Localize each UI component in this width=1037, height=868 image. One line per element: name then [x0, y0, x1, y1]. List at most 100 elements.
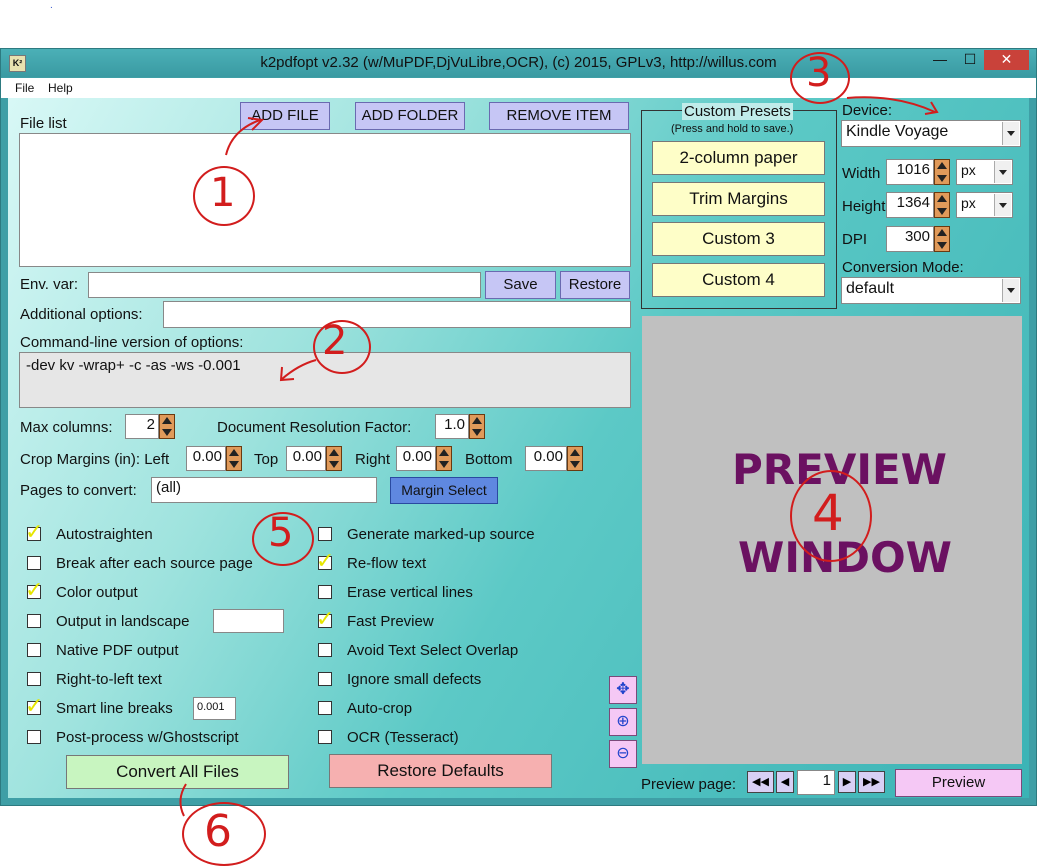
- crop-top-spinner[interactable]: [326, 446, 342, 471]
- max-columns-input[interactable]: 2: [125, 414, 159, 439]
- maximize-button[interactable]: ☐: [956, 50, 984, 70]
- right-checkbox[interactable]: [318, 585, 332, 599]
- chevron-down-icon: [994, 161, 1011, 183]
- restore-defaults-button[interactable]: Restore Defaults: [329, 754, 552, 788]
- left-option-label[interactable]: Right-to-left text: [56, 671, 162, 688]
- additional-options-input[interactable]: [163, 301, 631, 328]
- presets-title: Custom Presets: [682, 103, 793, 120]
- doc-res-spinner[interactable]: [469, 414, 485, 439]
- height-unit-select[interactable]: px: [956, 192, 1013, 218]
- add-folder-button[interactable]: ADD FOLDER: [355, 102, 465, 130]
- chevron-down-icon: [994, 194, 1011, 216]
- left-checkbox[interactable]: [27, 556, 41, 570]
- right-option-label[interactable]: Erase vertical lines: [347, 584, 473, 601]
- annotation-arrow-2: [279, 359, 317, 382]
- width-input[interactable]: 1016: [886, 159, 934, 185]
- remove-item-button[interactable]: REMOVE ITEM: [489, 102, 629, 130]
- minimize-button[interactable]: —: [926, 50, 954, 70]
- crop-top-input[interactable]: 0.00: [286, 446, 326, 471]
- device-select-value: Kindle Voyage: [846, 123, 949, 140]
- menu-help[interactable]: Help: [48, 81, 73, 95]
- preset-custom-3[interactable]: Custom 3: [652, 222, 825, 256]
- preset-trim-margins[interactable]: Trim Margins: [652, 182, 825, 216]
- crop-bottom-spinner[interactable]: [567, 446, 583, 471]
- crop-margins-label: Crop Margins (in): Left: [20, 451, 170, 468]
- max-columns-label: Max columns:: [20, 419, 113, 436]
- landscape-input[interactable]: [213, 609, 284, 633]
- prev-page-button[interactable]: ◀: [776, 771, 794, 793]
- left-checkbox[interactable]: [27, 614, 41, 628]
- annotation-number-6: 6: [204, 806, 232, 857]
- preview-button[interactable]: Preview: [895, 769, 1022, 797]
- file-list-box[interactable]: [19, 133, 631, 267]
- conversion-mode-label: Conversion Mode:: [842, 259, 964, 276]
- right-checkbox[interactable]: [318, 672, 332, 686]
- right-option-label[interactable]: Re-flow text: [347, 555, 426, 572]
- right-option-label[interactable]: OCR (Tesseract): [347, 729, 459, 746]
- crop-bottom-label: Bottom: [465, 451, 513, 468]
- right-option-label[interactable]: Generate marked-up source: [347, 526, 535, 543]
- height-spinner[interactable]: [934, 192, 950, 218]
- left-option-label[interactable]: Post-process w/Ghostscript: [56, 729, 239, 746]
- conversion-mode-select[interactable]: default: [841, 277, 1021, 304]
- annotation-arrow-6: [179, 783, 187, 817]
- left-option-label[interactable]: Autostraighten: [56, 526, 153, 543]
- doc-res-input[interactable]: 1.0: [435, 414, 469, 439]
- annotation-arrow-1: [225, 117, 265, 156]
- height-unit-value: px: [961, 195, 976, 211]
- crop-left-spinner[interactable]: [226, 446, 242, 471]
- checkmark-icon: ✓: [316, 548, 335, 573]
- preview-page-input[interactable]: 1: [797, 770, 835, 795]
- save-button[interactable]: Save: [485, 271, 556, 299]
- crop-right-label: Right: [355, 451, 391, 468]
- crop-bottom-input[interactable]: 0.00: [525, 446, 567, 471]
- width-spinner[interactable]: [934, 159, 950, 185]
- left-option-label[interactable]: Color output: [56, 584, 138, 601]
- next-page-button[interactable]: ▶: [838, 771, 856, 793]
- last-page-button[interactable]: ▶▶: [858, 771, 885, 793]
- preset-custom-4[interactable]: Custom 4: [652, 263, 825, 297]
- zoom-in-icon[interactable]: ⊕: [609, 708, 637, 736]
- preset-2-column-paper[interactable]: 2-column paper: [652, 141, 825, 175]
- annotation-number-2: 2: [322, 318, 348, 364]
- right-checkbox[interactable]: [318, 643, 332, 657]
- left-option-label[interactable]: Native PDF output: [56, 642, 179, 659]
- smart-line-breaks-input[interactable]: 0.001: [193, 697, 236, 720]
- left-option-label[interactable]: Smart line breaks: [56, 700, 173, 717]
- zoom-out-icon[interactable]: ⊖: [609, 740, 637, 768]
- checkmark-icon: ✓: [25, 519, 44, 544]
- device-select[interactable]: Kindle Voyage: [841, 120, 1021, 147]
- pan-move-icon[interactable]: ✥: [609, 676, 637, 704]
- pages-to-convert-input[interactable]: (all): [151, 477, 377, 503]
- left-checkbox[interactable]: [27, 643, 41, 657]
- additional-options-label: Additional options:: [20, 306, 143, 323]
- file-list-label: File list: [20, 115, 67, 132]
- right-option-label[interactable]: Avoid Text Select Overlap: [347, 642, 518, 659]
- max-columns-spinner[interactable]: [159, 414, 175, 439]
- env-var-label: Env. var:: [20, 276, 79, 293]
- dpi-input[interactable]: 300: [886, 226, 934, 252]
- right-checkbox[interactable]: [318, 730, 332, 744]
- left-checkbox[interactable]: [27, 672, 41, 686]
- right-option-label[interactable]: Fast Preview: [347, 613, 434, 630]
- width-unit-select[interactable]: px: [956, 159, 1013, 185]
- env-var-input[interactable]: [88, 272, 481, 298]
- margin-select-button[interactable]: Margin Select: [390, 477, 498, 504]
- height-input[interactable]: 1364: [886, 192, 934, 218]
- crop-right-spinner[interactable]: [436, 446, 452, 471]
- restore-button[interactable]: Restore: [560, 271, 630, 299]
- dpi-spinner[interactable]: [934, 226, 950, 252]
- crop-right-input[interactable]: 0.00: [396, 446, 436, 471]
- left-option-label[interactable]: Output in landscape: [56, 613, 189, 630]
- first-page-button[interactable]: ◀◀: [747, 771, 774, 793]
- menu-file[interactable]: File: [15, 81, 34, 95]
- crop-left-input[interactable]: 0.00: [186, 446, 226, 471]
- left-checkbox[interactable]: [27, 730, 41, 744]
- presets-subtitle: (Press and hold to save.): [671, 123, 794, 135]
- right-checkbox[interactable]: [318, 701, 332, 715]
- right-option-label[interactable]: Auto-crop: [347, 700, 412, 717]
- right-checkbox[interactable]: [318, 527, 332, 541]
- left-option-label[interactable]: Break after each source page: [56, 555, 253, 572]
- close-button[interactable]: ✕: [984, 50, 1029, 70]
- right-option-label[interactable]: Ignore small defects: [347, 671, 481, 688]
